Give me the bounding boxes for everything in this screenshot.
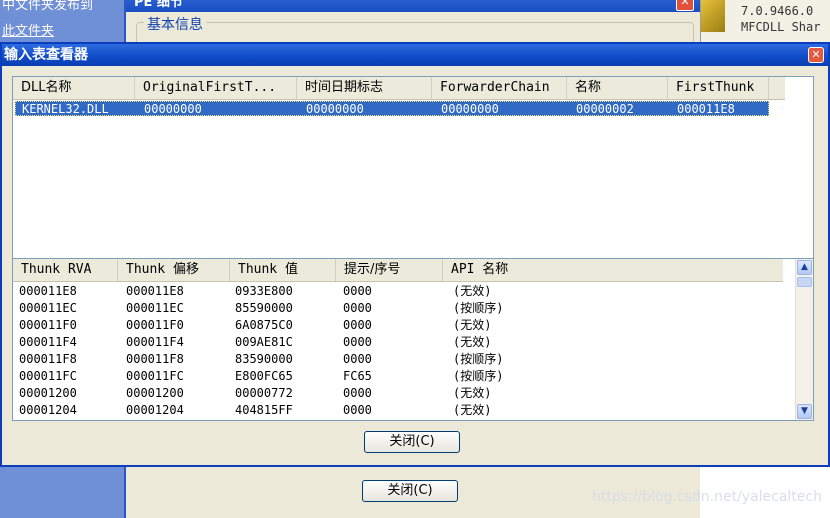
table-row[interactable]: 000011E8 000011E8 0933E800 0000 (无效) (13, 284, 783, 301)
cell-thunk-rva: 000011EC (19, 301, 77, 315)
vertical-scrollbar[interactable]: ▲ ▼ (795, 259, 813, 420)
cell-thunk-value: 404815FF (235, 403, 293, 417)
cell-thunk-value: E800FC65 (235, 369, 293, 383)
column-header-name[interactable]: 名称 (567, 77, 668, 99)
cell-thunk-value: 83590000 (235, 352, 293, 366)
pe-window-close-icon[interactable]: ✕ (676, 0, 694, 11)
cell-first-thunk: 000011E8 (677, 102, 735, 116)
cell-api-name: (按顺序) (453, 352, 504, 366)
table-row[interactable]: 000011F8 000011F8 83590000 0000 (按顺序) (13, 352, 783, 369)
cell-api-name: (无效) (453, 386, 492, 400)
scroll-thumb[interactable] (797, 277, 812, 287)
pe-details-window: PE 细节 ✕ 基本信息 (124, 0, 702, 54)
cell-hint-ordinal: 0000 (343, 284, 372, 298)
cell-api-name: (无效) (453, 284, 492, 298)
table-row[interactable]: 000011F4 000011F4 009AE81C 0000 (无效) (13, 335, 783, 352)
cell-thunk-value: 6A0875C0 (235, 318, 293, 332)
cell-thunk-value: 009AE81C (235, 335, 293, 349)
cell-thunk-offset: 00001200 (126, 386, 184, 400)
cell-thunk-rva: 000011F8 (19, 352, 77, 366)
table-row[interactable]: 000011FC 000011FC E800FC65 FC65 (按顺序) (13, 369, 783, 386)
cell-thunk-offset: 000011F0 (126, 318, 184, 332)
column-header-thunk-rva[interactable]: Thunk RVA (13, 259, 118, 281)
import-table-viewer-dialog: 输入表查看器 ✕ DLL名称 OriginalFirstT... 时间日期标志 … (0, 42, 830, 467)
thunk-list[interactable]: Thunk RVA Thunk 偏移 Thunk 值 提示/序号 API 名称 … (12, 258, 814, 421)
thunk-list-header: Thunk RVA Thunk 偏移 Thunk 值 提示/序号 API 名称 (13, 259, 783, 282)
cell-thunk-offset: 000011F8 (126, 352, 184, 366)
left-panel-link[interactable]: 此文件夹 (2, 20, 54, 39)
close-button[interactable]: 关闭(C) (364, 431, 460, 453)
cell-thunk-offset: 00001204 (126, 403, 184, 417)
cell-hint-ordinal: 0000 (343, 335, 372, 349)
cell-hint-ordinal: 0000 (343, 403, 372, 417)
cell-forwarder-chain: 00000000 (441, 102, 499, 116)
cell-thunk-offset: 000011E8 (126, 284, 184, 298)
import-dll-list[interactable]: DLL名称 OriginalFirstT... 时间日期标志 Forwarder… (12, 76, 814, 284)
cell-hint-ordinal: FC65 (343, 369, 372, 383)
pe-window-title: PE 细节 (126, 0, 702, 12)
cell-original-first-thunk: 00000000 (144, 102, 202, 116)
cell-name: 00000002 (576, 102, 634, 116)
cell-thunk-offset: 000011F4 (126, 335, 184, 349)
background-right-panel: 7.0.9466.0 MFCDLL Shar (700, 0, 830, 44)
column-header-hint-ordinal[interactable]: 提示/序号 (336, 259, 443, 281)
cell-hint-ordinal: 0000 (343, 301, 372, 315)
table-row[interactable]: 000011F0 000011F0 6A0875C0 0000 (无效) (13, 318, 783, 335)
column-header-thunk-offset[interactable]: Thunk 偏移 (118, 259, 230, 281)
table-row[interactable]: 00001204 00001204 404815FF 0000 (无效) (13, 403, 783, 420)
cell-thunk-rva: 000011E8 (19, 284, 77, 298)
cell-api-name: (无效) (453, 318, 492, 332)
basic-info-label: 基本信息 (144, 14, 206, 34)
cell-api-name: (按顺序) (453, 301, 504, 315)
cell-thunk-rva: 000011FC (19, 369, 77, 383)
cell-thunk-rva: 000011F0 (19, 318, 77, 332)
dialog-title: 输入表查看器 (2, 44, 828, 66)
close-icon[interactable]: ✕ (808, 47, 824, 63)
column-header-dll-name[interactable]: DLL名称 (13, 77, 135, 99)
table-row[interactable]: 000011EC 000011EC 85590000 0000 (按顺序) (13, 301, 783, 318)
cell-thunk-rva: 00001200 (19, 386, 77, 400)
cell-hint-ordinal: 0000 (343, 352, 372, 366)
package-icon (701, 0, 725, 32)
cell-thunk-rva: 00001204 (19, 403, 77, 417)
column-header-original-first-thunk[interactable]: OriginalFirstT... (135, 77, 297, 99)
cell-timestamp: 00000000 (306, 102, 364, 116)
cell-thunk-value: 00000772 (235, 386, 293, 400)
cell-hint-ordinal: 0000 (343, 386, 372, 400)
table-row-selected[interactable]: KERNEL32.DLL 00000000 00000000 00000000 … (15, 101, 769, 116)
version-text: 7.0.9466.0 (741, 4, 814, 18)
cell-api-name: (无效) (453, 335, 492, 349)
import-list-header: DLL名称 OriginalFirstT... 时间日期标志 Forwarder… (13, 77, 785, 100)
scroll-down-icon[interactable]: ▼ (797, 404, 812, 419)
table-row[interactable]: 00001200 00001200 00000772 0000 (无效) (13, 386, 783, 403)
cell-hint-ordinal: 0000 (343, 318, 372, 332)
column-header-api-name[interactable]: API 名称 (443, 259, 783, 281)
column-header-timestamp[interactable]: 时间日期标志 (297, 77, 432, 99)
pe-window-close-button[interactable]: 关闭(C) (362, 480, 458, 502)
column-header-first-thunk[interactable]: FirstThunk (668, 77, 769, 99)
left-panel-text-1: 中文件夹发布到 (2, 0, 94, 13)
cell-thunk-rva: 000011F4 (19, 335, 77, 349)
cell-thunk-offset: 000011FC (126, 369, 184, 383)
column-header-forwarder-chain[interactable]: ForwarderChain (432, 77, 567, 99)
cell-dll-name: KERNEL32.DLL (22, 102, 109, 116)
cell-thunk-offset: 000011EC (126, 301, 184, 315)
cell-thunk-value: 0933E800 (235, 284, 293, 298)
cell-api-name: (无效) (453, 403, 492, 417)
watermark: https://blog.csdn.net/yalecaltech (592, 489, 822, 505)
scroll-up-icon[interactable]: ▲ (797, 260, 812, 275)
cell-thunk-value: 85590000 (235, 301, 293, 315)
cell-api-name: (按顺序) (453, 369, 504, 383)
column-header-thunk-value[interactable]: Thunk 值 (230, 259, 336, 281)
description-text: MFCDLL Shar (741, 20, 821, 34)
